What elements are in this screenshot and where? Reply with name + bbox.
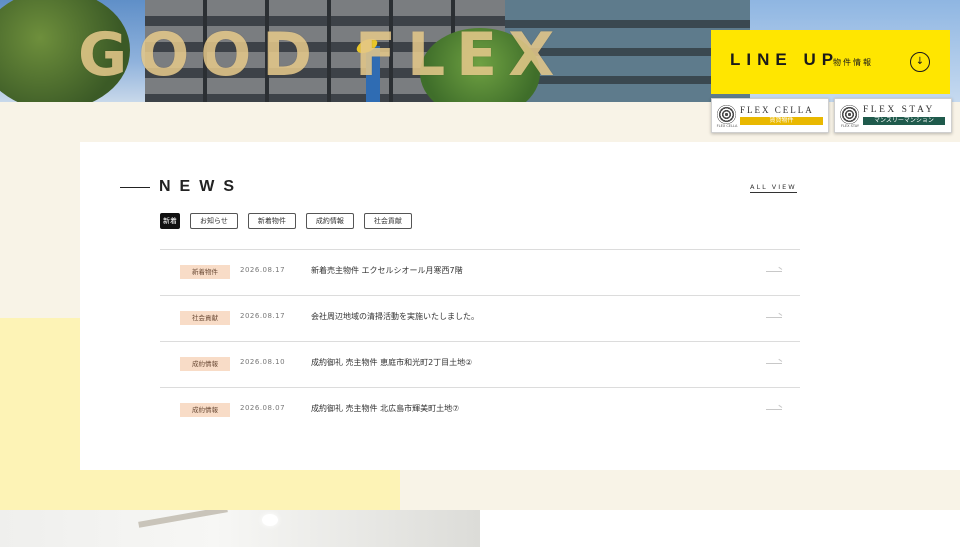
arrow-right-icon (766, 271, 782, 272)
flex-stay-link[interactable]: FLEX STAY FLEX STAY マンスリーマンション (834, 98, 952, 133)
lineup-button[interactable]: LINE UP 物件情報 ↓ (711, 30, 950, 94)
news-item[interactable]: 成約情報 2026.08.10 成約御礼 売主物件 恵庭市和光町2丁目土地② (160, 341, 800, 387)
news-item[interactable]: 成約情報 2026.08.07 成約御礼 売主物件 北広島市輝美町土地⑦ (160, 387, 800, 433)
flex-stay-name: FLEX STAY (863, 105, 935, 115)
news-filter-tabs: 新着 お知らせ 新着物件 成約情報 社会貢献 (160, 213, 412, 229)
news-list: 新着物件 2026.08.17 新着売主物件 エクセルシオール月寒西7階 社会貢… (160, 249, 800, 433)
filter-notice[interactable]: お知らせ (190, 213, 238, 229)
flex-cella-emblem-icon (717, 105, 736, 124)
news-title: 会社周辺地域の清掃活動を実施いたしました。 (311, 312, 479, 321)
news-heading-rule (120, 187, 150, 188)
news-section: NEWS ALL VIEW 新着 お知らせ 新着物件 成約情報 社会貢献 新着物… (80, 142, 960, 470)
news-item[interactable]: 新着物件 2026.08.17 新着売主物件 エクセルシオール月寒西7階 (160, 249, 800, 295)
news-title: 新着売主物件 エクセルシオール月寒西7階 (311, 266, 463, 275)
ceiling-beam (138, 510, 228, 528)
flex-cella-link[interactable]: FLEX CELLA FLEX CELLA 賃貸物件 (711, 98, 829, 133)
interior-photo (0, 510, 480, 547)
flex-cella-sub: 賃貸物件 (740, 117, 823, 125)
arrow-down-icon: ↓ (910, 52, 930, 72)
white-background-block (480, 510, 960, 547)
ceiling-light (262, 514, 278, 526)
filter-social[interactable]: 社会貢献 (363, 213, 412, 229)
lineup-subtitle: 物件情報 (833, 58, 873, 67)
news-title: 成約御礼 売主物件 北広島市輝美町土地⑦ (311, 404, 460, 413)
news-item[interactable]: 社会貢献 2026.08.17 会社周辺地域の清掃活動を実施いたしました。 (160, 295, 800, 341)
news-date: 2026.08.17 (240, 266, 286, 274)
filter-contract[interactable]: 成約情報 (305, 213, 354, 229)
news-date: 2026.08.07 (240, 404, 286, 412)
arrow-right-icon (766, 317, 782, 318)
flex-stay-sub: マンスリーマンション (863, 117, 945, 125)
news-category-tag: 社会貢献 (180, 311, 230, 325)
news-date: 2026.08.17 (240, 312, 286, 320)
flex-cella-name: FLEX CELLA (740, 105, 814, 115)
news-category-tag: 新着物件 (180, 265, 230, 279)
all-view-link[interactable]: ALL VIEW (750, 183, 797, 193)
filter-new[interactable]: 新着 (160, 213, 180, 229)
site-logo[interactable]: GOOD FLEX (78, 22, 565, 88)
arrow-right-icon (766, 363, 782, 364)
page: GOOD FLEX LINE UP 物件情報 ↓ FLEX CELLA FLEX… (0, 0, 960, 547)
news-category-tag: 成約情報 (180, 357, 230, 371)
flex-stay-emblem-icon (840, 105, 859, 124)
filter-new-property[interactable]: 新着物件 (247, 213, 296, 229)
arrow-right-icon (766, 409, 782, 410)
news-date: 2026.08.10 (240, 358, 286, 366)
news-category-tag: 成約情報 (180, 403, 230, 417)
news-title: 成約御礼 売主物件 恵庭市和光町2丁目土地② (311, 358, 473, 367)
news-heading: NEWS (159, 178, 243, 195)
lineup-title: LINE UP (730, 50, 840, 69)
